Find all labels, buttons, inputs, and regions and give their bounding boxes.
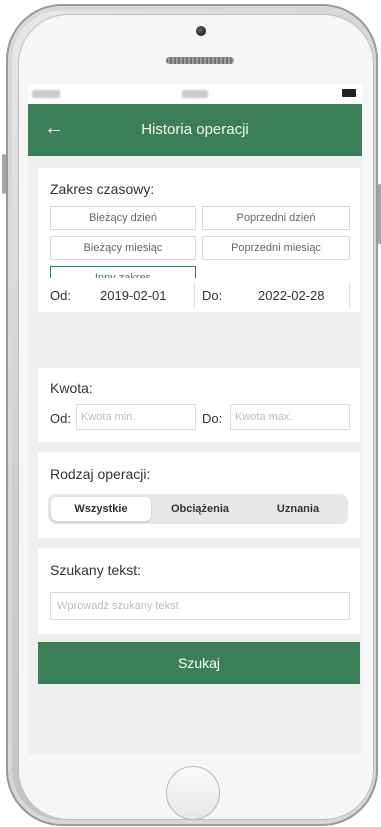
app-bar: ← Historia operacji xyxy=(28,104,362,156)
front-camera xyxy=(196,26,206,36)
search-button[interactable]: Szukaj xyxy=(38,642,360,684)
status-bar xyxy=(28,84,362,104)
amount-max-input[interactable]: Kwota max. xyxy=(230,404,350,430)
battery-icon xyxy=(342,89,356,97)
segment-credits[interactable]: Uznania xyxy=(250,497,346,521)
segment-all[interactable]: Wszystkie xyxy=(51,497,151,521)
amount-from-label: Od: xyxy=(50,411,71,426)
amount-to-label: Do: xyxy=(202,411,223,426)
divider xyxy=(194,282,195,308)
date-range-card: Zakres czasowy: Bieżący dzień Poprzedni … xyxy=(38,168,360,290)
date-to-label: Do: xyxy=(202,288,223,303)
search-text-label: Szukany tekst: xyxy=(50,562,142,578)
operation-type-segmented-control: Wszystkie Obciążenia Uznania xyxy=(48,494,348,524)
earpiece-speaker xyxy=(166,57,234,64)
date-to-value[interactable]: 2022-02-28 xyxy=(258,288,325,303)
amount-min-input[interactable]: Kwota min. xyxy=(76,404,196,430)
date-from-label: Od: xyxy=(50,288,71,303)
current-month-button[interactable]: Bieżący miesiąc xyxy=(50,236,196,260)
date-range-label: Zakres czasowy: xyxy=(50,181,155,197)
date-from-value[interactable]: 2019-02-01 xyxy=(100,288,167,303)
current-day-button[interactable]: Bieżący dzień xyxy=(50,206,196,230)
date-fields-row: Od: 2019-02-01 Do: 2022-02-28 xyxy=(38,278,360,312)
home-button[interactable] xyxy=(166,766,220,820)
search-text-card: Szukany tekst: Wprowadź szukany tekst xyxy=(38,548,360,634)
search-text-input[interactable]: Wprowadź szukany tekst xyxy=(50,592,350,620)
status-time xyxy=(182,90,208,98)
previous-month-button[interactable]: Poprzedni miesiąc xyxy=(202,236,350,260)
segment-debits[interactable]: Obciążenia xyxy=(152,497,248,521)
phone-screen: ← Historia operacji Zakres czasowy: Bież… xyxy=(28,84,362,754)
operation-type-card: Rodzaj operacji: Wszystkie Obciążenia Uz… xyxy=(38,452,360,538)
divider xyxy=(349,282,350,308)
previous-day-button[interactable]: Poprzedni dzień xyxy=(202,206,350,230)
amount-card: Kwota: Od: Kwota min. Do: Kwota max. xyxy=(38,368,360,442)
page-title: Historia operacji xyxy=(141,121,249,138)
volume-button xyxy=(2,154,6,194)
operation-type-label: Rodzaj operacji: xyxy=(50,466,151,482)
amount-label: Kwota: xyxy=(50,380,93,396)
status-carrier xyxy=(32,90,60,98)
